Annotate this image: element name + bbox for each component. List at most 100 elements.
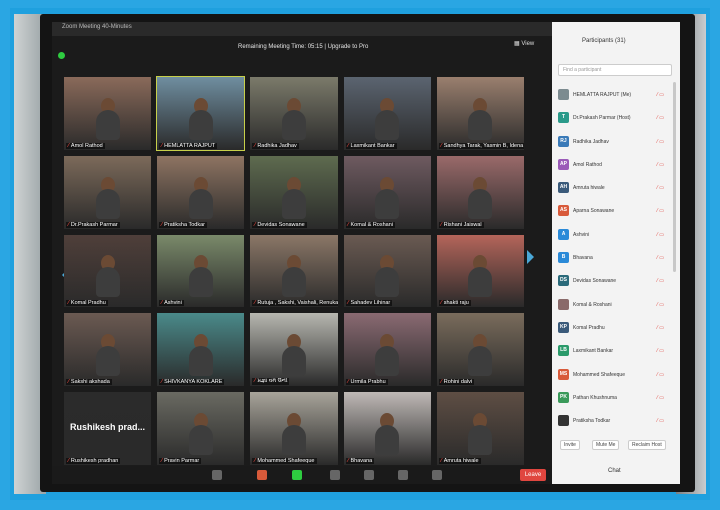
avatar: AS bbox=[558, 205, 569, 217]
tile-name-label: ⁄ Amruta hiwale bbox=[438, 458, 481, 464]
participants-scrollbar[interactable] bbox=[673, 82, 676, 272]
reclaim-host-button[interactable]: Reclaim Host bbox=[628, 440, 666, 450]
participant-row[interactable]: PK Pathan Khushnuma ⁄ ▭ bbox=[556, 387, 668, 410]
video-tile[interactable]: ⁄ Mohammed Shafeeque bbox=[250, 392, 338, 465]
muted-mic-icon[interactable]: ⁄ ▭ bbox=[657, 348, 664, 354]
muted-mic-icon: ⁄ bbox=[254, 142, 256, 149]
apps-icon[interactable] bbox=[398, 470, 408, 480]
tile-name-label: ⁄ Sandhya Tarak, Yasmin B, Idena u... bbox=[438, 142, 524, 149]
muted-mic-icon: ⁄ bbox=[440, 458, 442, 464]
meeting-time-banner[interactable]: Remaining Meeting Time: 05:15 | Upgrade … bbox=[238, 44, 368, 50]
participant-name: Komal & Roshani bbox=[573, 301, 612, 308]
avatar: DS bbox=[558, 275, 569, 287]
video-tile[interactable]: ⁄ shakti raju bbox=[436, 234, 524, 308]
leave-button[interactable]: Leave bbox=[520, 469, 546, 481]
participant-row[interactable]: B Bhavana ⁄ ▭ bbox=[556, 247, 668, 270]
participant-row[interactable]: MS Mohammed Shafeeque ⁄ ▭ bbox=[556, 364, 668, 387]
share-screen-icon[interactable] bbox=[292, 470, 302, 480]
muted-mic-icon[interactable]: ⁄ ▭ bbox=[657, 208, 664, 214]
video-tile[interactable]: ⁄ Amol Rathod bbox=[64, 77, 152, 150]
participant-row[interactable]: T Dr.Prakash Parmar (Host) ⁄ ▭ bbox=[556, 107, 668, 130]
video-tile[interactable]: ⁄ Dr.Prakash Parmar bbox=[64, 155, 152, 229]
tile-name-text: Mohammed Shafeeque bbox=[257, 458, 315, 464]
muted-mic-icon[interactable]: ⁄ ▭ bbox=[657, 232, 664, 238]
participant-row[interactable]: Komal & Roshani ⁄ ▭ bbox=[556, 294, 668, 317]
video-tile[interactable]: ⁄ Pravin Parmar bbox=[157, 392, 245, 465]
chat-icon[interactable] bbox=[257, 470, 267, 480]
video-tile[interactable]: ⁄ HEMLATTA RAJPUT bbox=[156, 76, 246, 151]
muted-mic-icon[interactable]: ⁄ ▭ bbox=[657, 395, 664, 401]
tile-name-label: ⁄ HEMLATTA RAJPUT bbox=[159, 142, 218, 149]
video-tile[interactable]: ⁄ SHIVKANYA KOKLARE bbox=[157, 313, 245, 387]
avatar: PK bbox=[558, 391, 569, 403]
muted-mic-icon[interactable]: ⁄ ▭ bbox=[657, 115, 664, 121]
muted-mic-icon[interactable]: ⁄ ▭ bbox=[657, 302, 664, 308]
video-tile[interactable]: ⁄ Radhika Jadhav bbox=[250, 77, 338, 150]
participant-row[interactable]: A Ashvini ⁄ ▭ bbox=[556, 224, 668, 247]
avatar: KP bbox=[558, 321, 569, 333]
tile-name-label: ⁄ Rutuja , Sakshi, Vaishali, Renuka bbox=[252, 300, 338, 307]
video-tile[interactable]: ⁄ Amruta hiwale bbox=[436, 392, 524, 465]
video-tile[interactable]: ⁄ Sandhya Tarak, Yasmin B, Idena u... bbox=[436, 77, 524, 150]
participant-row[interactable]: RJ Radhika Jadhav ⁄ ▭ bbox=[556, 131, 668, 154]
video-tile[interactable]: ⁄ Sakshi akshada bbox=[64, 313, 152, 387]
video-tile[interactable]: ⁄ Rohini dalvi bbox=[436, 313, 524, 387]
video-tile[interactable]: ⁄ Ashvini bbox=[157, 234, 245, 308]
muted-mic-icon[interactable]: ⁄ ▭ bbox=[657, 325, 664, 331]
next-page-arrow-icon[interactable] bbox=[527, 250, 534, 264]
participant-body bbox=[468, 267, 493, 298]
muted-mic-icon: ⁄ bbox=[254, 300, 256, 307]
whiteboard-icon[interactable] bbox=[432, 470, 442, 480]
security-shield-icon[interactable] bbox=[58, 52, 65, 59]
muted-mic-icon: ⁄ bbox=[161, 458, 163, 464]
video-tile[interactable]: ⁄ Sahadev Lihinar bbox=[343, 234, 431, 308]
video-tile[interactable]: ⁄ Pratiksha Todkar bbox=[157, 155, 245, 229]
participant-name: Pratiksha Todkar bbox=[573, 418, 611, 425]
video-tile[interactable]: Rushikesh prad... ⁄ Rushikesh pradhan bbox=[64, 392, 152, 465]
video-tile[interactable]: ⁄ Bhavana bbox=[343, 392, 431, 465]
participant-search-input[interactable]: Find a participant bbox=[558, 64, 672, 76]
participant-name: Komal Pradhu bbox=[573, 324, 605, 331]
participants-icon[interactable] bbox=[212, 470, 222, 480]
muted-mic-icon[interactable]: ⁄ ▭ bbox=[657, 372, 664, 378]
participant-row[interactable]: KP Komal Pradhu ⁄ ▭ bbox=[556, 317, 668, 340]
video-tile[interactable]: ⁄ Rutuja , Sakshi, Vaishali, Renuka bbox=[250, 234, 338, 308]
video-tile[interactable]: ⁄ Urmila Prabhu bbox=[343, 313, 431, 387]
video-tile[interactable]: ⁄ Laxmikant Bankar bbox=[343, 77, 431, 150]
reactions-icon[interactable] bbox=[364, 470, 374, 480]
muted-mic-icon[interactable]: ⁄ ▭ bbox=[657, 92, 664, 98]
view-button[interactable]: ▦ View bbox=[514, 40, 534, 47]
meeting-toolbar: Leave bbox=[52, 466, 552, 484]
tile-name-label: ⁄ Komal & Roshani bbox=[345, 221, 396, 228]
chat-tab[interactable]: Chat bbox=[608, 468, 621, 474]
participant-name: Devidas Sonawane bbox=[573, 278, 617, 285]
tile-name-label: ⁄ Pratiksha Todkar bbox=[159, 221, 207, 228]
video-tile[interactable]: ⁄ Rishani Jaiswal bbox=[436, 155, 524, 229]
record-icon[interactable] bbox=[330, 470, 340, 480]
participant-row[interactable]: Pratiksha Todkar ⁄ ▭ bbox=[556, 410, 668, 433]
tile-name-text: Devidas Sonawane bbox=[257, 221, 305, 228]
video-tile[interactable]: ⁄ Komal & Roshani bbox=[343, 155, 431, 229]
muted-mic-icon[interactable]: ⁄ ▭ bbox=[657, 255, 664, 261]
muted-mic-icon[interactable]: ⁄ ▭ bbox=[657, 278, 664, 284]
participant-row[interactable]: HEMLATTA RAJPUT (Me) ⁄ ▭ bbox=[556, 84, 668, 107]
muted-mic-icon[interactable]: ⁄ ▭ bbox=[657, 418, 664, 424]
muted-mic-icon: ⁄ bbox=[161, 221, 163, 228]
participant-row[interactable]: AS Aparna Sonawane ⁄ ▭ bbox=[556, 200, 668, 223]
invite-button[interactable]: Invite bbox=[560, 440, 580, 450]
avatar: AH bbox=[558, 182, 569, 194]
participant-row[interactable]: DS Devidas Sonawane ⁄ ▭ bbox=[556, 270, 668, 293]
muted-mic-icon[interactable]: ⁄ ▭ bbox=[657, 139, 664, 145]
muted-mic-icon[interactable]: ⁄ ▭ bbox=[657, 185, 664, 191]
video-tile[interactable]: ⁄ Devidas Sonawane bbox=[250, 155, 338, 229]
muted-mic-icon[interactable]: ⁄ ▭ bbox=[657, 162, 664, 168]
video-tile[interactable]: ⁄ Komal Pradhu bbox=[64, 234, 152, 308]
video-tile[interactable]: ⁄ પ્રજ્ઞા વર્મ ઉની bbox=[250, 313, 338, 387]
mute-me-button[interactable]: Mute Me bbox=[592, 440, 620, 450]
participant-row[interactable]: LB Laxmikant Bankar ⁄ ▭ bbox=[556, 340, 668, 363]
participant-body bbox=[468, 425, 493, 455]
participant-row[interactable]: AH Amruta hiwale ⁄ ▭ bbox=[556, 177, 668, 200]
muted-mic-icon: ⁄ bbox=[68, 300, 69, 307]
participant-row[interactable]: AP Amol Rathod ⁄ ▭ bbox=[556, 154, 668, 177]
tile-name-label: ⁄ Ashvini bbox=[159, 300, 184, 307]
